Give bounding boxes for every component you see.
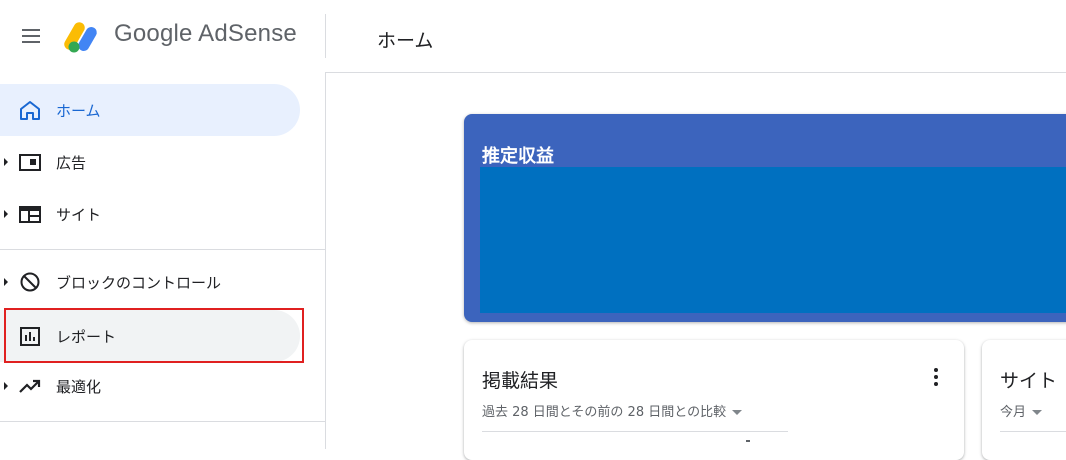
top-app-bar: Google AdSense ホーム	[0, 0, 1066, 73]
page-title: ホーム	[377, 30, 434, 52]
period-selector[interactable]: 今月	[1000, 401, 1043, 420]
comparison-selector[interactable]: 過去 28 日間とその前の 28 日間との比較	[482, 401, 743, 420]
site-card: サイト 今月	[982, 340, 1066, 460]
sidebar-item-label: サイト	[56, 206, 102, 224]
block-icon	[20, 272, 40, 292]
home-icon	[20, 101, 40, 120]
expand-arrow-icon[interactable]	[4, 158, 8, 166]
sidebar-item-label: 広告	[56, 154, 87, 172]
expand-arrow-icon[interactable]	[4, 278, 8, 286]
more-vert-icon[interactable]	[926, 366, 946, 388]
sidebar-item-sites[interactable]: サイト	[0, 188, 300, 240]
sites-icon	[19, 206, 41, 223]
selector-underline	[482, 431, 788, 432]
sidebar-item-label: 最適化	[56, 378, 102, 396]
sidebar: ホーム 広告 サイト ブロックのコントロール レポート 最適化	[0, 72, 326, 449]
expand-arrow-icon[interactable]	[4, 210, 8, 218]
performance-card: 掲載結果 過去 28 日間とその前の 28 日間との比較	[464, 340, 964, 460]
selector-underline	[1000, 431, 1066, 432]
nav-divider	[0, 249, 325, 250]
chevron-down-icon	[732, 410, 743, 415]
chart-mark	[746, 440, 750, 442]
earnings-card-title: 推定収益	[482, 146, 554, 167]
earnings-card[interactable]: 推定収益	[464, 114, 1066, 322]
highlight-annotation	[4, 308, 304, 363]
menu-icon[interactable]	[14, 22, 46, 50]
sidebar-item-label: ブロックのコントロール	[56, 274, 222, 292]
expand-arrow-icon[interactable]	[4, 382, 8, 390]
earnings-redacted-area	[480, 167, 1066, 313]
sidebar-item-block-controls[interactable]: ブロックのコントロール	[0, 256, 300, 308]
trending-up-icon	[19, 379, 41, 393]
sidebar-item-label: ホーム	[56, 102, 101, 120]
performance-card-title: 掲載結果	[482, 370, 559, 392]
nav-divider	[0, 421, 325, 422]
brand-name[interactable]: Google AdSense	[114, 20, 297, 48]
sidebar-item-home[interactable]: ホーム	[0, 84, 300, 136]
sidebar-item-ads[interactable]: 広告	[0, 136, 300, 188]
adsense-logo-icon	[64, 22, 97, 53]
header-divider	[325, 14, 326, 58]
sidebar-item-optimization[interactable]: 最適化	[0, 360, 300, 412]
ads-icon	[19, 154, 41, 171]
site-card-title: サイト	[1000, 370, 1058, 392]
chevron-down-icon	[1032, 410, 1043, 415]
comparison-selector-label: 過去 28 日間とその前の 28 日間との比較	[482, 405, 727, 420]
period-selector-label: 今月	[1000, 405, 1027, 420]
